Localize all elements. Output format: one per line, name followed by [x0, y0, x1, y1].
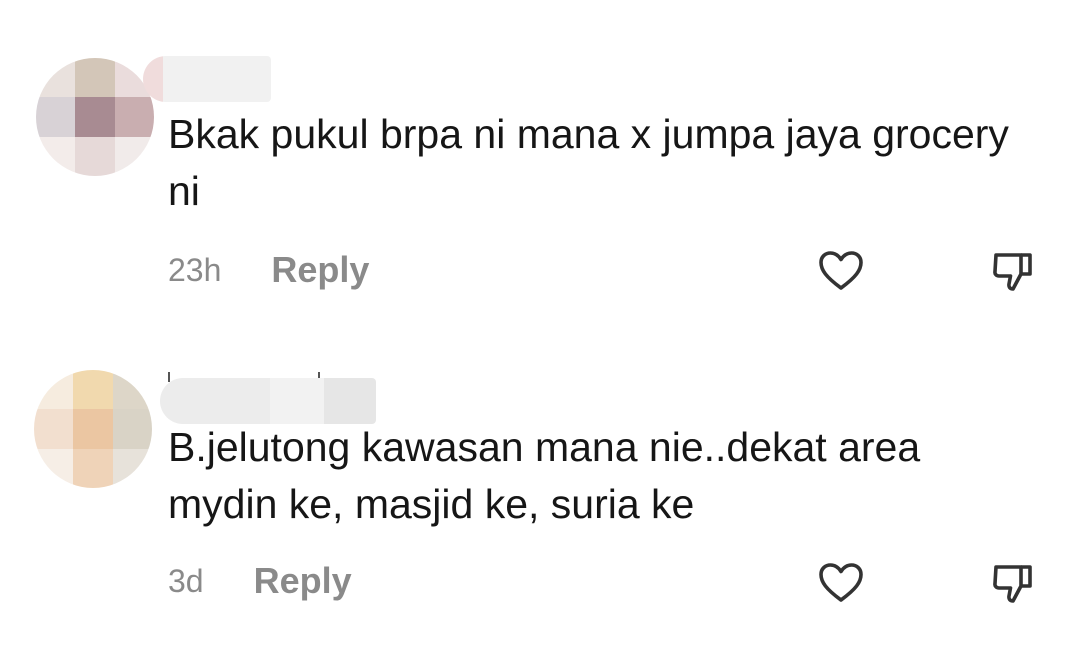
comment-item: B.jelutong kawasan mana nie..dekat area … — [0, 320, 1080, 648]
timestamp: 3d — [168, 562, 204, 599]
heart-icon — [819, 563, 863, 602]
username-redacted[interactable] — [143, 56, 271, 102]
comment-meta: 3d Reply — [168, 556, 352, 606]
dislike-button[interactable] — [988, 246, 1038, 296]
timestamp: 23h — [168, 251, 222, 288]
username-fragment — [168, 372, 170, 382]
comment-text: B.jelutong kawasan mana nie..dekat area … — [168, 424, 921, 527]
username-redacted[interactable] — [160, 378, 376, 424]
reply-button[interactable]: Reply — [271, 249, 369, 291]
comment-text: Bkak pukul brpa ni mana x jumpa jaya gro… — [168, 111, 1009, 214]
avatar[interactable] — [34, 370, 152, 488]
heart-icon — [819, 251, 863, 290]
comment-meta: 23h Reply — [168, 245, 369, 295]
reply-button[interactable]: Reply — [254, 560, 352, 602]
avatar[interactable] — [36, 58, 154, 176]
like-button[interactable] — [816, 246, 866, 296]
thumbs-down-icon — [993, 253, 1032, 291]
like-button[interactable] — [816, 558, 866, 608]
comment-item: Bkak pukul brpa ni mana x jumpa jaya gro… — [0, 0, 1080, 320]
thumbs-down-icon — [993, 565, 1032, 603]
dislike-button[interactable] — [988, 558, 1038, 608]
